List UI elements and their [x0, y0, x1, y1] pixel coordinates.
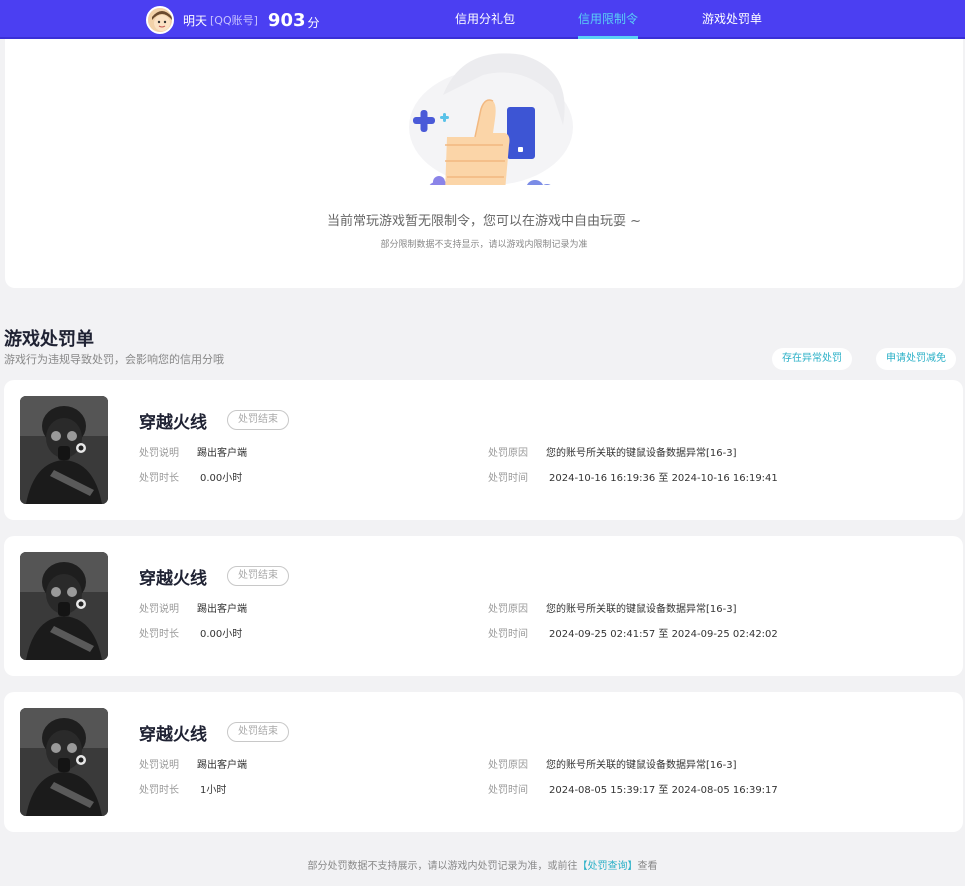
duration-value: 0.00小时 [200, 473, 243, 484]
avatar[interactable] [146, 6, 174, 34]
penalty-query-link[interactable]: 【处罚查询】 [578, 861, 638, 872]
status-badge: 处罚结束 [227, 566, 289, 586]
thumbs-up-illustration [409, 53, 573, 185]
reason-label: 处罚原因 [488, 448, 528, 459]
apply-reduction-button[interactable]: 申请处罚减免 [876, 348, 956, 370]
explain-label: 处罚说明 [139, 604, 179, 615]
tab-credit-gift[interactable]: 信用分礼包 [455, 0, 515, 39]
game-name: 穿越火线 [139, 413, 207, 433]
cartoon-avatar-icon [148, 8, 172, 32]
explain-value: 踢出客户端 [197, 448, 247, 459]
tab-credit-restriction[interactable]: 信用限制令 [578, 0, 639, 39]
explain-label: 处罚说明 [139, 448, 179, 459]
reason-value: 您的账号所关联的键鼠设备数据异常[16-3] [546, 760, 737, 771]
duration-label: 处罚时长 [139, 785, 179, 796]
credit-score: 903 [267, 9, 306, 31]
status-badge: 处罚结束 [227, 722, 289, 742]
restriction-empty-message: 当前常玩游戏暂无限制令，您可以在游戏中自由玩耍 ~ [326, 214, 642, 229]
soldier-gasmask-image [20, 396, 108, 504]
duration-label: 处罚时长 [139, 473, 179, 484]
penalty-section-description: 游戏行为违规导致处罚，会影响您的信用分哦 [4, 353, 224, 366]
restriction-note: 部分限制数据不支持显示，请以游戏内限制记录为准 [380, 240, 588, 250]
game-name: 穿越火线 [139, 569, 207, 589]
game-thumbnail [20, 396, 108, 504]
explain-label: 处罚说明 [139, 760, 179, 771]
time-label: 处罚时间 [488, 473, 528, 484]
top-nav-bar: 明天 [QQ账号] 903 分 信用分礼包 信用限制令 游戏处罚单 [0, 0, 965, 39]
penalty-record-card[interactable]: 穿越火线 处罚结束 处罚说明 踢出客户端 处罚时长 0.00小时 处罚原因 您的… [4, 380, 963, 520]
reason-value: 您的账号所关联的键鼠设备数据异常[16-3] [546, 448, 737, 459]
abnormal-penalty-button[interactable]: 存在异常处罚 [772, 348, 852, 370]
reason-label: 处罚原因 [488, 604, 528, 615]
reason-value: 您的账号所关联的键鼠设备数据异常[16-3] [546, 604, 737, 615]
penalty-record-card[interactable]: 穿越火线 处罚结束 处罚说明 踢出客户端 处罚时长 1小时 处罚原因 您的账号所… [4, 692, 963, 832]
soldier-gasmask-image [20, 552, 108, 660]
user-name: 明天 [183, 13, 208, 28]
user-info: 明天 [QQ账号] 903 分 [146, 5, 320, 35]
game-thumbnail [20, 708, 108, 816]
penalty-section-title: 游戏处罚单 [4, 329, 94, 350]
status-badge: 处罚结束 [227, 410, 289, 430]
duration-value: 0.00小时 [200, 629, 243, 640]
game-thumbnail [20, 552, 108, 660]
footer-text: 部分处罚数据不支持展示，请以游戏内处罚记录为准，或前往 [307, 861, 578, 872]
explain-value: 踢出客户端 [197, 604, 247, 615]
penalty-record-card[interactable]: 穿越火线 处罚结束 处罚说明 踢出客户端 处罚时长 0.00小时 处罚原因 您的… [4, 536, 963, 676]
footer-note: 部分处罚数据不支持展示，请以游戏内处罚记录为准，或前往【处罚查询】查看 [0, 857, 965, 872]
time-label: 处罚时间 [488, 785, 528, 796]
reason-label: 处罚原因 [488, 760, 528, 771]
time-value: 2024-08-05 15:39:17 至 2024-08-05 16:39:1… [549, 785, 778, 796]
account-type: [QQ账号] [210, 14, 258, 27]
score-unit: 分 [307, 15, 320, 30]
tab-game-penalty[interactable]: 游戏处罚单 [702, 0, 762, 39]
time-value: 2024-09-25 02:41:57 至 2024-09-25 02:42:0… [549, 629, 778, 640]
restriction-empty-card: 当前常玩游戏暂无限制令，您可以在游戏中自由玩耍 ~ 部分限制数据不支持显示，请以… [5, 39, 963, 288]
time-value: 2024-10-16 16:19:36 至 2024-10-16 16:19:4… [549, 473, 778, 484]
time-label: 处罚时间 [488, 629, 528, 640]
duration-value: 1小时 [200, 785, 227, 796]
duration-label: 处罚时长 [139, 629, 179, 640]
footer-text-end: 查看 [637, 861, 658, 872]
explain-value: 踢出客户端 [197, 760, 247, 771]
soldier-gasmask-image [20, 708, 108, 816]
game-name: 穿越火线 [139, 725, 207, 745]
